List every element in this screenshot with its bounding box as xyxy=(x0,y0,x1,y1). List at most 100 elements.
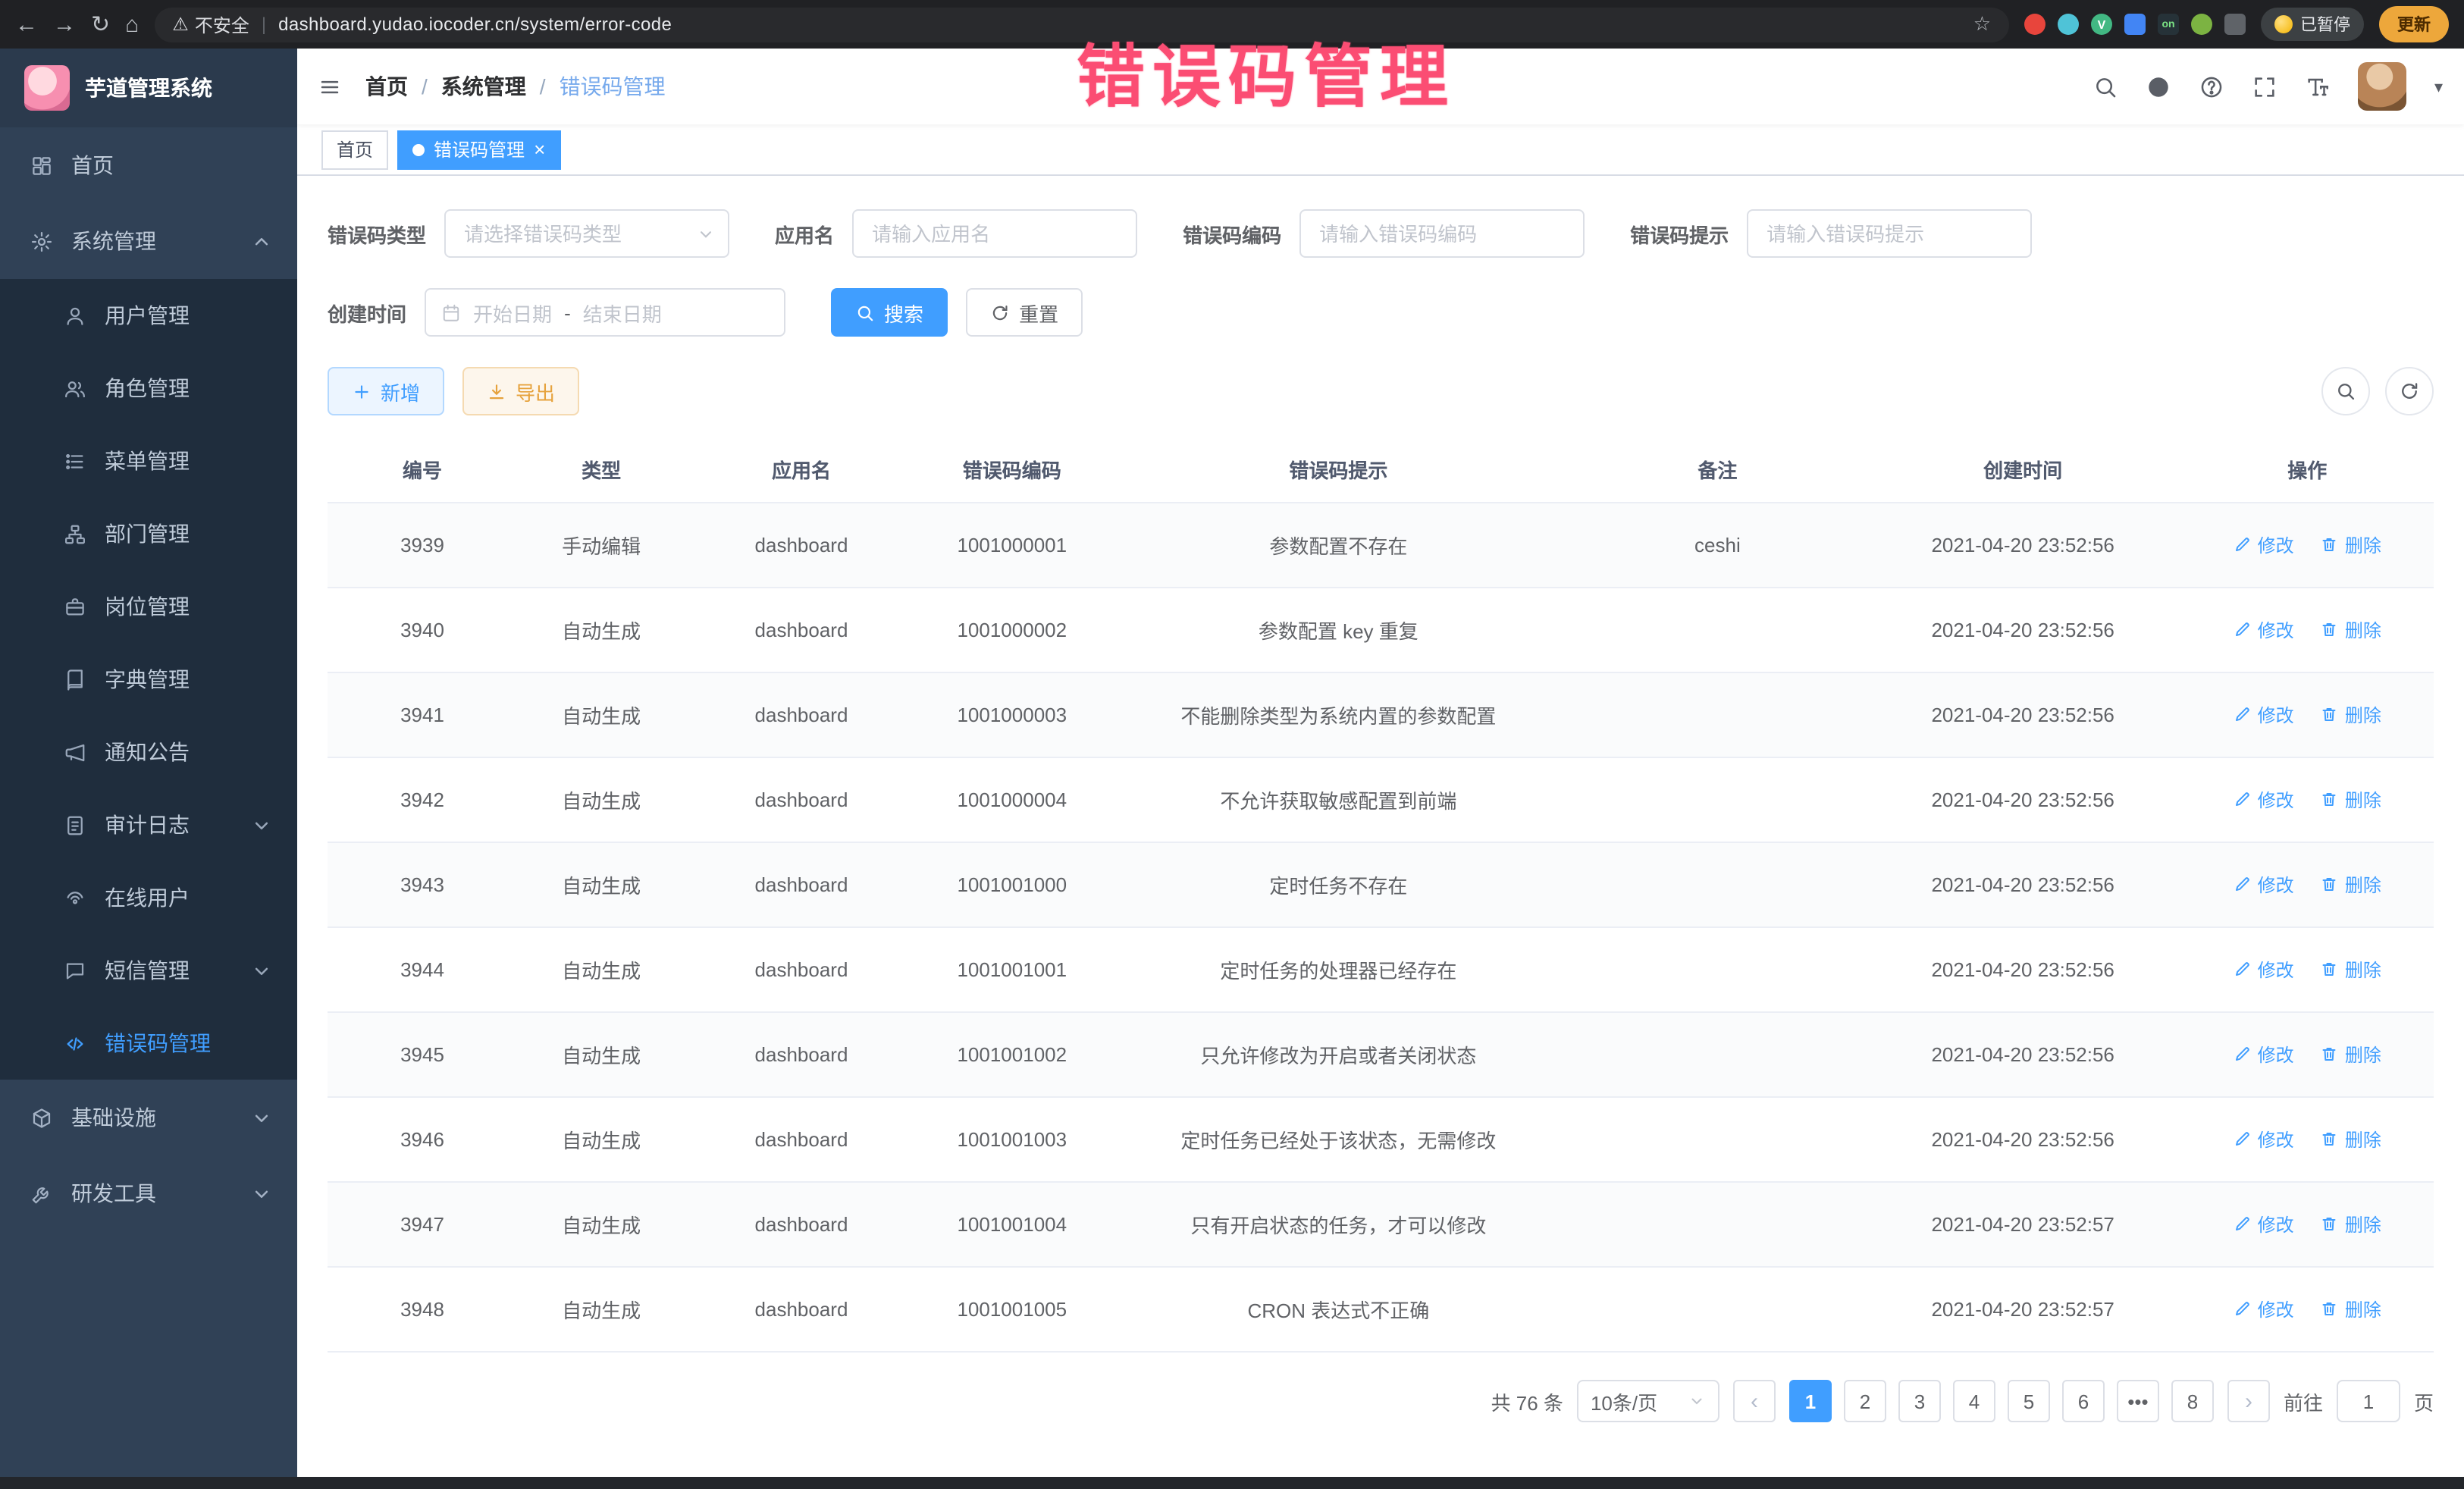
delete-link[interactable]: 删除 xyxy=(2321,1042,2381,1067)
browser-extension-icon[interactable] xyxy=(2124,14,2146,35)
date-range-picker[interactable]: 开始日期 - 结束日期 xyxy=(425,288,785,337)
url-text[interactable]: dashboard.yudao.iocoder.cn/system/error-… xyxy=(278,14,1961,35)
browser-extension-icon[interactable] xyxy=(2058,14,2079,35)
address-bar[interactable]: ⚠ 不安全 | dashboard.yudao.iocoder.cn/syste… xyxy=(154,7,2009,42)
error-code-input[interactable] xyxy=(1301,222,1583,245)
delete-link[interactable]: 删除 xyxy=(2321,532,2381,558)
page-button[interactable]: ••• xyxy=(2117,1380,2159,1422)
edit-link[interactable]: 修改 xyxy=(2234,872,2294,898)
search-icon[interactable] xyxy=(2093,74,2119,99)
edit-link[interactable]: 修改 xyxy=(2234,1042,2294,1067)
delete-link[interactable]: 删除 xyxy=(2321,702,2381,728)
edit-link[interactable]: 修改 xyxy=(2234,957,2294,983)
sidebar-item-dict[interactable]: 字典管理 xyxy=(0,643,297,716)
error-hint-input[interactable] xyxy=(1748,222,2030,245)
prev-page-button[interactable]: ‹ xyxy=(1733,1380,1776,1422)
cell-create-time: 2021-04-20 23:52:57 xyxy=(1865,1182,2181,1267)
edit-link[interactable]: 修改 xyxy=(2234,1127,2294,1152)
edit-link[interactable]: 修改 xyxy=(2234,1212,2294,1237)
sidebar-item-home[interactable]: 首页 xyxy=(0,127,297,203)
page-button[interactable]: 6 xyxy=(2062,1380,2105,1422)
paused-badge[interactable]: 已暂停 xyxy=(2261,8,2364,41)
sidebar-item-online-users[interactable]: 在线用户 xyxy=(0,861,297,934)
app-logo-row[interactable]: 芋道管理系统 xyxy=(0,49,297,127)
sidebar-item-notice[interactable]: 通知公告 xyxy=(0,716,297,788)
tab-error-code[interactable]: 错误码管理 × xyxy=(397,130,560,169)
error-type-select-input[interactable] xyxy=(446,222,728,245)
sidebar-item-dev-tools[interactable]: 研发工具 xyxy=(0,1155,297,1231)
add-button[interactable]: 新增 xyxy=(328,367,444,415)
sidebar-item-sms[interactable]: 短信管理 xyxy=(0,934,297,1007)
search-button[interactable]: 搜索 xyxy=(831,288,948,337)
font-size-icon[interactable] xyxy=(2306,74,2331,99)
omnibox-divider: | xyxy=(262,14,266,35)
puzzle-extension-icon[interactable] xyxy=(2224,14,2246,35)
bookmark-star-icon[interactable]: ☆ xyxy=(1973,12,1991,36)
sidebar-item-menus[interactable]: 菜单管理 xyxy=(0,425,297,497)
avatar-caret-icon[interactable]: ▾ xyxy=(2434,77,2443,96)
hamburger-icon[interactable] xyxy=(318,75,341,98)
reset-button[interactable]: 重置 xyxy=(966,288,1083,337)
refresh-table-button[interactable] xyxy=(2385,367,2434,415)
goto-page-input[interactable] xyxy=(2337,1380,2400,1422)
error-hint-field[interactable] xyxy=(1747,209,2032,258)
github-icon[interactable] xyxy=(2146,74,2172,99)
export-button[interactable]: 导出 xyxy=(462,367,579,415)
delete-link[interactable]: 删除 xyxy=(2321,1212,2381,1237)
delete-link[interactable]: 删除 xyxy=(2321,872,2381,898)
browser-extension-icon[interactable] xyxy=(2024,14,2045,35)
sidebar-item-error-code[interactable]: 错误码管理 xyxy=(0,1007,297,1080)
browser-reload-icon[interactable]: ↻ xyxy=(91,11,110,38)
sidebar-item-infrastructure[interactable]: 基础设施 xyxy=(0,1080,297,1155)
delete-link[interactable]: 删除 xyxy=(2321,617,2381,643)
delete-link[interactable]: 删除 xyxy=(2321,1127,2381,1152)
edit-link[interactable]: 修改 xyxy=(2234,787,2294,813)
edit-link[interactable]: 修改 xyxy=(2234,532,2294,558)
browser-forward-icon[interactable]: → xyxy=(53,11,76,37)
user-avatar[interactable] xyxy=(2359,62,2407,111)
error-type-select[interactable] xyxy=(444,209,729,258)
page-button[interactable]: 8 xyxy=(2171,1380,2214,1422)
breadcrumb-system[interactable]: 系统管理 xyxy=(441,71,526,102)
page-button[interactable]: 5 xyxy=(2008,1380,2050,1422)
cell-create-time: 2021-04-20 23:52:56 xyxy=(1865,842,2181,927)
browser-home-icon[interactable]: ⌂ xyxy=(125,11,139,37)
sidebar-item-audit-log[interactable]: 审计日志 xyxy=(0,788,297,861)
show-search-button[interactable] xyxy=(2321,367,2370,415)
edit-link[interactable]: 修改 xyxy=(2234,702,2294,728)
help-icon[interactable] xyxy=(2199,74,2225,99)
browser-extension-icon[interactable] xyxy=(2191,14,2212,35)
page-button[interactable]: 2 xyxy=(1844,1380,1886,1422)
browser-update-button[interactable]: 更新 xyxy=(2379,6,2449,42)
cell-app-name: dashboard xyxy=(685,842,917,927)
error-code-field[interactable] xyxy=(1299,209,1585,258)
browser-extension-icon[interactable]: on xyxy=(2158,14,2179,35)
sidebar-item-system[interactable]: 系统管理 xyxy=(0,203,297,279)
fullscreen-icon[interactable] xyxy=(2252,74,2278,99)
page-size-select[interactable]: 10条/页 xyxy=(1577,1380,1719,1422)
delete-link[interactable]: 删除 xyxy=(2321,787,2381,813)
sidebar-item-posts[interactable]: 岗位管理 xyxy=(0,570,297,643)
active-tab-dot xyxy=(412,143,425,155)
tab-home[interactable]: 首页 xyxy=(321,130,388,169)
table-toolbar: 新增 导出 xyxy=(328,367,2434,415)
sidebar-item-roles[interactable]: 角色管理 xyxy=(0,352,297,425)
breadcrumb-home[interactable]: 首页 xyxy=(365,71,408,102)
security-warning[interactable]: ⚠ 不安全 xyxy=(172,11,249,37)
sidebar-item-departments[interactable]: 部门管理 xyxy=(0,497,297,570)
app-name-field[interactable] xyxy=(852,209,1137,258)
sidebar-item-users[interactable]: 用户管理 xyxy=(0,279,297,352)
pencil-icon xyxy=(2234,1300,2252,1318)
page-button[interactable]: 4 xyxy=(1953,1380,1995,1422)
next-page-button[interactable]: › xyxy=(2227,1380,2270,1422)
page-button[interactable]: 1 xyxy=(1789,1380,1832,1422)
page-button[interactable]: 3 xyxy=(1898,1380,1941,1422)
edit-link[interactable]: 修改 xyxy=(2234,617,2294,643)
edit-link[interactable]: 修改 xyxy=(2234,1296,2294,1322)
browser-back-icon[interactable]: ← xyxy=(15,11,38,37)
app-name-input[interactable] xyxy=(854,222,1136,245)
delete-link[interactable]: 删除 xyxy=(2321,957,2381,983)
tab-close-icon[interactable]: × xyxy=(534,139,545,159)
vue-devtools-icon[interactable]: V xyxy=(2091,14,2112,35)
delete-link[interactable]: 删除 xyxy=(2321,1296,2381,1322)
